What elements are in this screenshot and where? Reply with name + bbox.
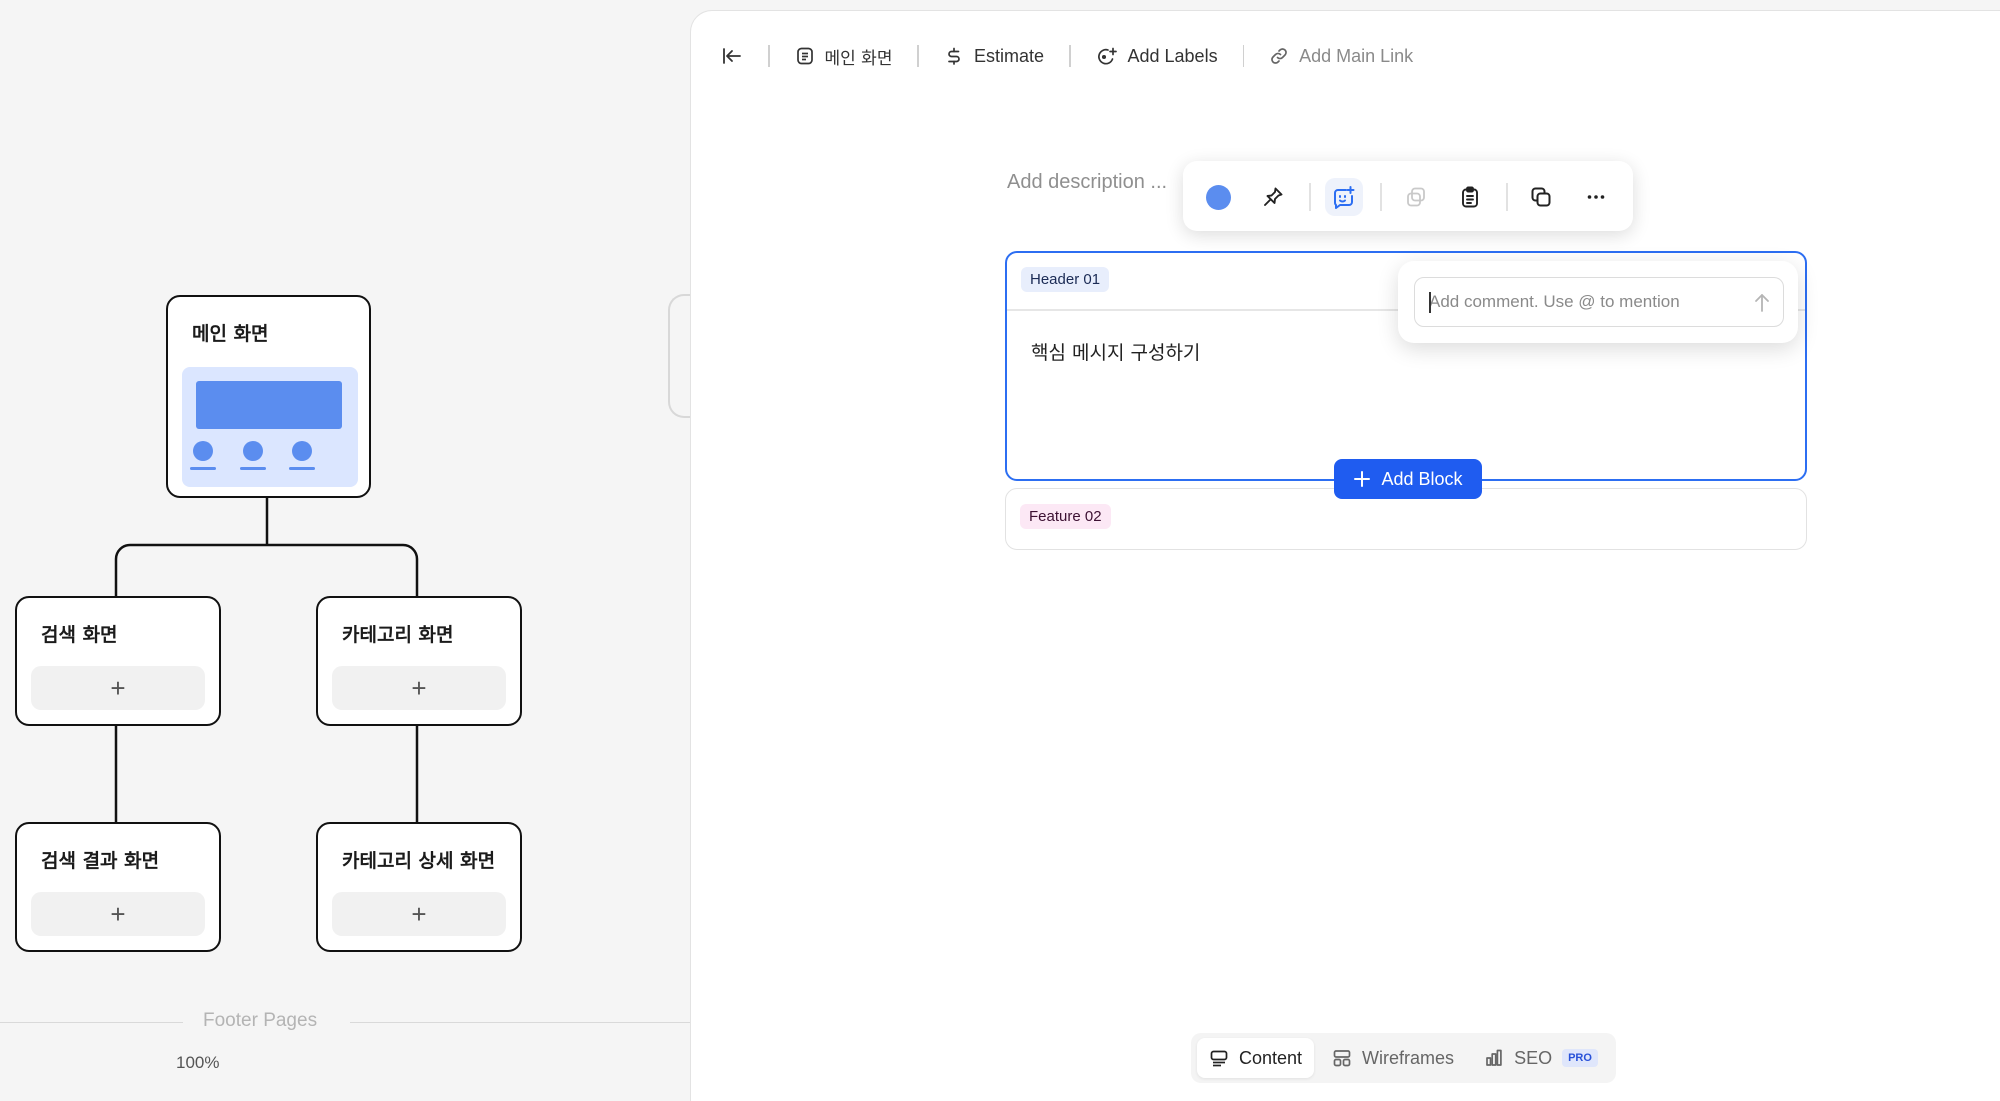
sitemap-canvas[interactable]: 메인 화면 검색 화면 + 카테고리 화면 + 검색 결과 화면 + 카테고리 …	[0, 0, 690, 1088]
add-block-button[interactable]: Add Block	[1334, 459, 1482, 499]
view-tabs: Content Wireframes SEO PRO	[1191, 1033, 1616, 1083]
node-title: 카테고리 상세 화면	[342, 850, 496, 872]
copy-style-icon	[1407, 187, 1425, 207]
footer-pages-label: Footer Pages	[203, 1010, 318, 1031]
more-icon	[1587, 195, 1605, 199]
sitemap-node-search[interactable]: 검색 화면 +	[15, 596, 221, 726]
estimate-button[interactable]: Estimate	[944, 46, 1044, 67]
add-section-button[interactable]: +	[31, 892, 205, 936]
dollar-icon	[948, 47, 960, 65]
tab-content[interactable]: Content	[1197, 1038, 1315, 1078]
block-tag: Header 01	[1021, 267, 1110, 292]
add-section-button[interactable]: +	[31, 666, 205, 710]
block-tag: Feature 02	[1020, 504, 1111, 529]
toolbar-separator	[917, 45, 919, 67]
bar-chart-icon	[1486, 1049, 1502, 1066]
collapse-panel-button[interactable]	[721, 45, 743, 67]
node-title: 메인 화면	[192, 323, 269, 345]
panel-toolbar: 메인 화면 Estimate Add Labels Add Main Link	[721, 39, 1413, 73]
toolbar-separator	[1069, 45, 1071, 67]
thumbnail-line	[289, 467, 315, 470]
color-dot-icon	[1205, 184, 1231, 210]
add-labels-label: Add Labels	[1127, 45, 1218, 66]
toolbar-separator	[768, 45, 770, 67]
tab-wireframes[interactable]: Wireframes	[1320, 1038, 1466, 1078]
estimate-label: Estimate	[973, 45, 1044, 66]
thumbnail-line	[240, 467, 266, 470]
add-section-button[interactable]: +	[332, 666, 506, 710]
wireframe-thumbnail	[182, 367, 358, 487]
add-main-link-label: Add Main Link	[1299, 45, 1414, 66]
pro-badge: PRO	[1562, 1049, 1598, 1067]
block-content-text[interactable]: 핵심 메시지 구성하기	[1031, 338, 1200, 365]
tag-plus-icon	[1097, 47, 1117, 65]
toolbar-separator	[1380, 183, 1382, 211]
pin-button[interactable]	[1254, 178, 1292, 216]
add-labels-button[interactable]: Add Labels	[1096, 46, 1218, 67]
tab-seo-label: SEO	[1514, 1047, 1553, 1068]
add-comment-button[interactable]	[1325, 178, 1363, 216]
thumbnail-dot	[193, 441, 213, 461]
comment-input[interactable]	[1414, 277, 1784, 327]
toolbar-separator	[1309, 183, 1311, 211]
zoom-level[interactable]: 100%	[176, 1053, 219, 1073]
duplicate-button[interactable]	[1522, 178, 1560, 216]
content-icon	[1210, 1050, 1228, 1067]
thumbnail-dot	[243, 441, 263, 461]
more-options-button[interactable]	[1577, 178, 1615, 216]
add-block-label: Add Block	[1381, 468, 1463, 489]
page-detail-panel: 메인 화면 Estimate Add Labels Add Main Link …	[690, 10, 2000, 1101]
pin-icon	[1264, 187, 1283, 206]
collapse-left-icon	[723, 48, 741, 64]
description-placeholder[interactable]: Add description ...	[1007, 171, 1167, 194]
text-caret	[1429, 292, 1431, 313]
send-arrow-icon[interactable]	[1750, 291, 1774, 315]
copy-style-button[interactable]	[1397, 178, 1435, 216]
thumbnail-line	[190, 467, 216, 470]
toolbar-separator	[1242, 45, 1245, 67]
node-title: 검색 화면	[41, 624, 118, 646]
toolbar-separator	[1506, 183, 1508, 211]
sitemap-node-search-results[interactable]: 검색 결과 화면 +	[15, 822, 221, 952]
node-title: 검색 결과 화면	[41, 850, 160, 872]
page-name-button[interactable]: 메인 화면	[795, 44, 893, 69]
sitemap-node-main[interactable]: 메인 화면	[166, 295, 371, 498]
add-section-button[interactable]: +	[332, 892, 506, 936]
sitemap-node-category-detail[interactable]: 카테고리 상세 화면 +	[316, 822, 522, 952]
clipboard-button[interactable]	[1451, 178, 1489, 216]
add-comment-icon	[1334, 186, 1355, 209]
add-main-link-button[interactable]: Add Main Link	[1269, 46, 1413, 67]
sitemap-node-category[interactable]: 카테고리 화면 +	[316, 596, 522, 726]
clipboard-icon	[1462, 186, 1478, 208]
duplicate-icon	[1531, 187, 1551, 207]
comment-popover	[1398, 261, 1798, 343]
tab-seo[interactable]: SEO PRO	[1472, 1038, 1610, 1078]
thumbnail-dot	[292, 441, 312, 461]
block-floating-toolbar	[1183, 161, 1633, 231]
link-icon	[1271, 48, 1287, 64]
tab-wireframes-label: Wireframes	[1362, 1047, 1455, 1068]
footer-divider	[0, 1022, 183, 1023]
page-icon	[796, 47, 813, 65]
tab-content-label: Content	[1239, 1047, 1303, 1068]
plus-icon	[1354, 471, 1371, 487]
node-title: 카테고리 화면	[342, 624, 454, 646]
thumbnail-banner	[196, 381, 342, 429]
footer-divider	[350, 1022, 690, 1023]
wireframes-icon	[1333, 1050, 1351, 1067]
block-color-button[interactable]	[1199, 178, 1237, 216]
page-name-label: 메인 화면	[824, 48, 893, 69]
